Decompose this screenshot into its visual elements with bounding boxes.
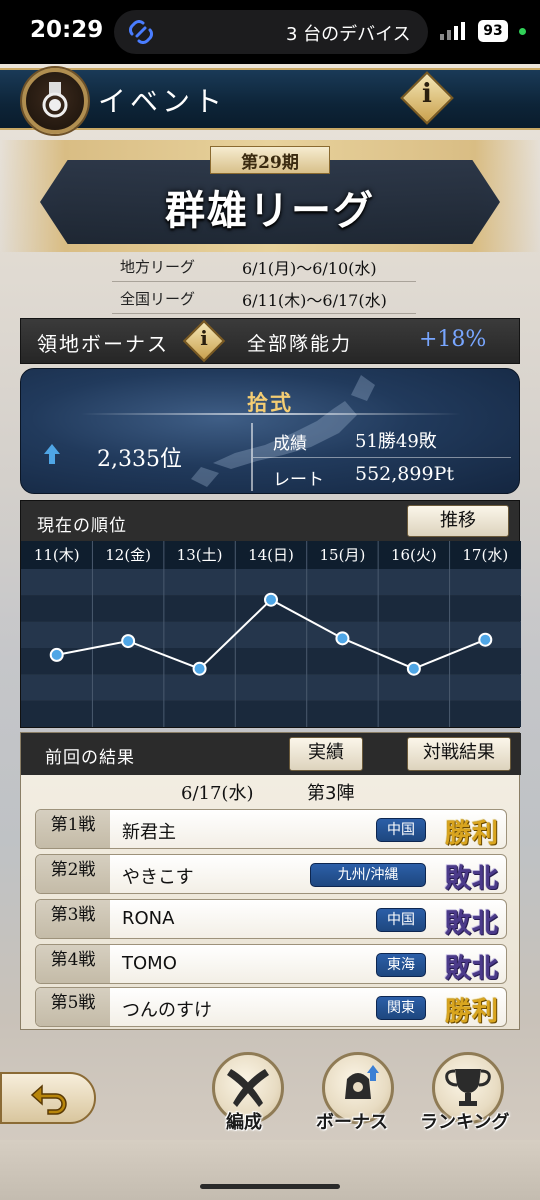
region-badge: 中国 [376, 908, 426, 932]
opponent-name: つんのすけ [122, 1000, 212, 1021]
chart-data-point [192, 661, 207, 676]
season-number: 第29期 [241, 153, 299, 173]
home-indicator[interactable] [200, 1184, 340, 1189]
region-badge: 九州/沖縄 [310, 863, 426, 887]
chart-tick-label: 12(金) [105, 546, 151, 564]
chart-tick-label: 13(土) [177, 546, 223, 564]
divider [81, 413, 461, 415]
rank-position: 2,335位 [97, 447, 182, 472]
ranking-title: 現在の順位 [37, 516, 127, 536]
match-number: 第5戦 [36, 988, 110, 1026]
chart-band [21, 621, 521, 648]
signal-icon [440, 22, 465, 40]
match-row[interactable]: 第2戦 やきこす 九州/沖縄 敗北 [35, 854, 507, 894]
info-icon: i [422, 79, 432, 109]
privacy-dot [519, 28, 526, 35]
match-result: 敗北 [444, 909, 499, 939]
match-number: 第2戦 [36, 855, 110, 893]
achievements-button[interactable]: 実績 [289, 737, 363, 771]
bonus-description: 全部隊能力 [247, 333, 353, 355]
trend-button[interactable]: 推移 [407, 505, 509, 537]
nav-bonus-label: ボーナス [316, 1112, 388, 1133]
opponent-name: 新君主 [122, 822, 176, 843]
match-number: 第1戦 [36, 810, 110, 848]
chart-data-point [478, 632, 493, 647]
match-row[interactable]: 第4戦 TOMO 東海 敗北 [35, 944, 507, 984]
nav-ranking-label: ランキング [420, 1112, 510, 1133]
opponent-name: やきこす [122, 867, 194, 888]
results-round: 第3陣 [307, 783, 355, 804]
chart-tick-label: 14(日) [248, 546, 294, 564]
bonus-label: 領地ボーナス [37, 332, 169, 356]
opponent-name: TOMO [122, 953, 177, 974]
match-number: 第3戦 [36, 900, 110, 938]
schedule-label: 全国リーグ [120, 290, 196, 308]
chart-data-point [49, 647, 64, 662]
results-date: 6/17(水) [181, 783, 254, 804]
record-value: 51勝49敗 [355, 431, 437, 452]
battle-results-button[interactable]: 対戦結果 [407, 737, 511, 771]
bonus-value: +18% [419, 327, 487, 352]
battery-indicator: 93 [478, 20, 508, 42]
match-row[interactable]: 第1戦 新君主 中国 勝利 [35, 809, 507, 849]
previous-results-panel: 前回の結果 実績 対戦結果 6/17(水) 第3陣 第1戦 新君主 中国 勝利 … [20, 732, 521, 1030]
match-result: 勝利 [444, 819, 499, 849]
schedule-row: 全国リーグ 6/11(木)〜6/17(水) [112, 282, 416, 314]
back-arrow-icon [30, 1084, 67, 1115]
chart-data-point [406, 661, 421, 676]
chart-data-point [121, 634, 136, 649]
schedule-dates: 6/11(木)〜6/17(水) [242, 291, 387, 310]
chart-tick-label: 15(月) [320, 546, 366, 564]
rank-up-arrow-icon [44, 444, 60, 464]
status-time: 20:29 [30, 17, 104, 43]
chart-tick-label: 16(火) [391, 546, 437, 564]
bottom-strip [0, 1140, 540, 1200]
status-bar: 20:29 3 台のデバイス 93 [0, 0, 540, 64]
link-icon [129, 20, 153, 44]
record-label: 成績 [273, 434, 307, 454]
ranking-chart: 11(木) 12(金) 13(土) 14(日) 15(月) 16(火) 17(水) [21, 541, 521, 727]
rate-label: レート [273, 470, 324, 490]
match-number: 第4戦 [36, 945, 110, 983]
schedule-dates: 6/1(月)〜6/10(水) [242, 259, 377, 278]
match-result: 敗北 [444, 864, 499, 894]
opponent-name: RONA [122, 908, 175, 929]
devices-label: 3 台のデバイス [286, 24, 411, 45]
chart-band [21, 648, 521, 675]
schedule-row: 地方リーグ 6/1(月)〜6/10(水) [112, 250, 416, 282]
territory-bonus-bar: 領地ボーナス i 全部隊能力 +18% [20, 318, 520, 364]
connected-devices-pill[interactable]: 3 台のデバイス [114, 10, 428, 54]
rank-card: 拾式 2,335位 成績 51勝49敗 レート 552,899Pt [20, 368, 520, 494]
chart-data-point [335, 631, 350, 646]
medal-icon [22, 68, 88, 134]
match-row[interactable]: 第3戦 RONA 中国 敗北 [35, 899, 507, 939]
nav-formation-label: 編成 [226, 1112, 262, 1133]
chart-tick-label: 11(木) [34, 546, 80, 564]
schedule-label: 地方リーグ [120, 258, 196, 276]
chart-band [21, 569, 521, 596]
chart-band [21, 674, 521, 701]
results-title: 前回の結果 [45, 748, 135, 768]
region-badge: 中国 [376, 818, 426, 842]
rate-value: 552,899Pt [355, 463, 454, 485]
current-ranking-panel: 現在の順位 推移 11(木) 12(金) 13(土) 14(日) 15(月) 16(火) 1… [20, 500, 521, 728]
region-badge: 東海 [376, 953, 426, 977]
chart-data-point [264, 592, 278, 607]
chart-tick-label: 17(水) [462, 546, 508, 564]
league-title: 群雄リーグ [165, 187, 375, 234]
divider [253, 457, 511, 458]
match-result: 勝利 [444, 997, 499, 1027]
chart-band [21, 700, 521, 727]
region-badge: 関東 [376, 996, 426, 1020]
match-result: 敗北 [444, 954, 499, 984]
page-title: イベント [98, 85, 227, 118]
info-icon: i [200, 326, 208, 350]
match-row[interactable]: 第5戦 つんのすけ 関東 勝利 [35, 987, 507, 1027]
